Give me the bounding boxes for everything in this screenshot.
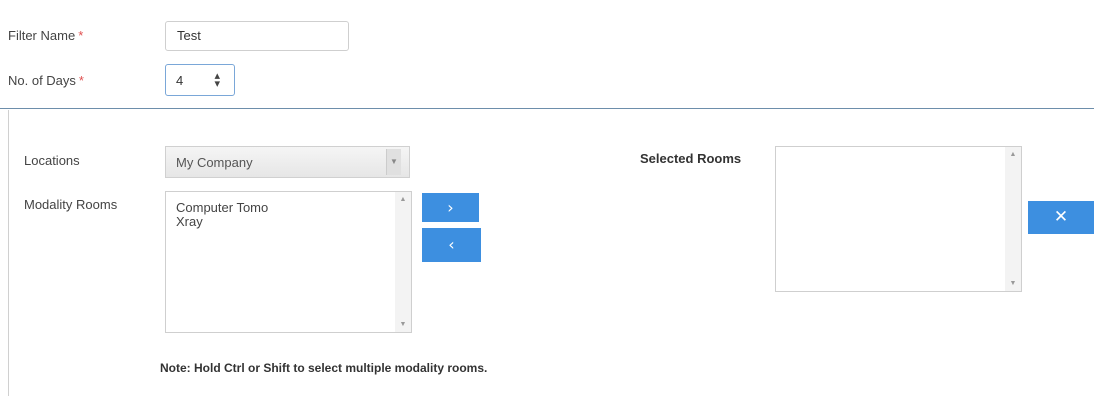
no-of-days-label: No. of Days *	[8, 73, 84, 88]
list-item[interactable]: Computer Tomo	[176, 201, 268, 215]
move-right-button[interactable]: ›	[422, 193, 479, 222]
filter-name-value: Test	[177, 28, 201, 43]
no-of-days-value: 4	[176, 73, 184, 88]
list-item[interactable]: Xray	[176, 215, 268, 229]
scroll-down-icon[interactable]: ▼	[395, 321, 411, 328]
modality-rooms-scrollbar[interactable]: ▲ ▼	[395, 192, 411, 332]
left-rule	[8, 110, 9, 396]
modality-rooms-items: Computer Tomo Xray	[176, 201, 268, 229]
locations-label: Locations	[24, 153, 80, 168]
required-mark: *	[78, 28, 84, 43]
no-of-days-stepper[interactable]: 4 ▴ ▾	[165, 64, 235, 96]
filter-name-label: Filter Name *	[8, 28, 83, 43]
modality-rooms-label: Modality Rooms	[24, 197, 118, 212]
scroll-up-icon[interactable]: ▲	[1005, 151, 1021, 158]
selected-rooms-label: Selected Rooms	[640, 151, 742, 166]
filter-name-label-text: Filter Name	[8, 28, 76, 43]
selected-rooms-scrollbar[interactable]: ▲ ▼	[1005, 147, 1021, 291]
updown-spinner-icon[interactable]: ▴ ▾	[214, 71, 220, 90]
modality-rooms-listbox[interactable]: Computer Tomo Xray ▲ ▼	[165, 191, 412, 333]
clear-selected-button[interactable]: ✕	[1028, 201, 1094, 234]
note-text: Note: Hold Ctrl or Shift to select multi…	[160, 361, 488, 375]
move-left-button[interactable]: ‹	[422, 228, 481, 262]
filter-name-input[interactable]: Test	[165, 21, 349, 51]
close-icon: ✕	[1053, 207, 1069, 227]
chevron-right-icon: ›	[447, 198, 454, 217]
locations-select[interactable]: My Company ▼	[165, 146, 410, 178]
no-of-days-label-text: No. of Days	[8, 73, 76, 88]
chevron-left-icon: ‹	[448, 235, 455, 254]
locations-selected-value: My Company	[176, 155, 253, 170]
selected-rooms-listbox[interactable]: ▲ ▼	[775, 146, 1022, 292]
scroll-down-icon[interactable]: ▼	[1005, 280, 1021, 287]
section-divider	[0, 108, 1094, 109]
dropdown-arrow-icon[interactable]: ▼	[386, 149, 401, 175]
scroll-up-icon[interactable]: ▲	[395, 196, 411, 203]
required-mark: *	[78, 73, 84, 88]
